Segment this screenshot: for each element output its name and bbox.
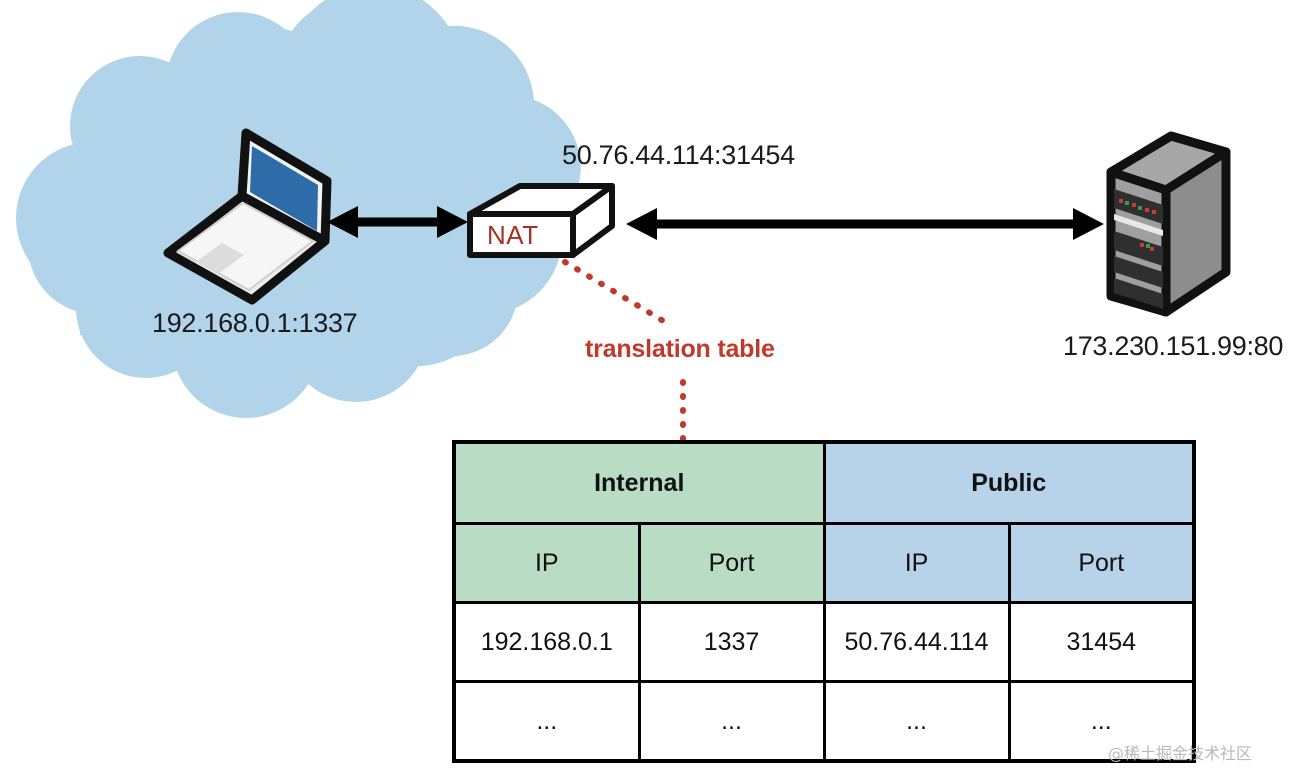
cell-internal-ip-ellipsis: ... (452, 680, 641, 763)
table-group-header-row: Internal Public (452, 440, 1196, 525)
nat-public-address-label: 50.76.44.114:31454 (562, 140, 795, 170)
cell-public-port: 31454 (1007, 601, 1196, 683)
table-row: ... ... ... ... (452, 680, 1196, 763)
diagram-canvas: 192.168.0.1:1337 50.76.44.114:31454 173.… (0, 0, 1294, 778)
nat-translation-table: Internal Public IP Port IP Port 192.168.… (452, 440, 1196, 763)
cell-internal-port-ellipsis: ... (637, 680, 826, 763)
nat-to-server-link (626, 208, 1104, 240)
group-header-internal: Internal (452, 440, 826, 525)
nat-box-text: NAT (487, 220, 539, 250)
column-header-public-ip: IP (822, 522, 1011, 604)
cell-public-ip-ellipsis: ... (822, 680, 1011, 763)
column-header-internal-ip: IP (452, 522, 641, 604)
translation-table-annotation: translation table (585, 335, 775, 363)
cell-public-ip: 50.76.44.114 (822, 601, 1011, 683)
table-column-header-row: IP Port IP Port (452, 522, 1196, 604)
group-header-public: Public (822, 440, 1196, 525)
server-rack-icon (1106, 131, 1231, 317)
column-header-internal-port: Port (637, 522, 826, 604)
column-header-public-port: Port (1007, 522, 1196, 604)
laptop-address-label: 192.168.0.1:1337 (152, 308, 358, 338)
table-row: 192.168.0.1 1337 50.76.44.114 31454 (452, 601, 1196, 683)
cell-internal-ip: 192.168.0.1 (452, 601, 641, 683)
server-address-label: 173.230.151.99:80 (1063, 331, 1284, 361)
watermark-label: @稀土掘金技术社区 (1108, 744, 1253, 763)
cell-internal-port: 1337 (637, 601, 826, 683)
